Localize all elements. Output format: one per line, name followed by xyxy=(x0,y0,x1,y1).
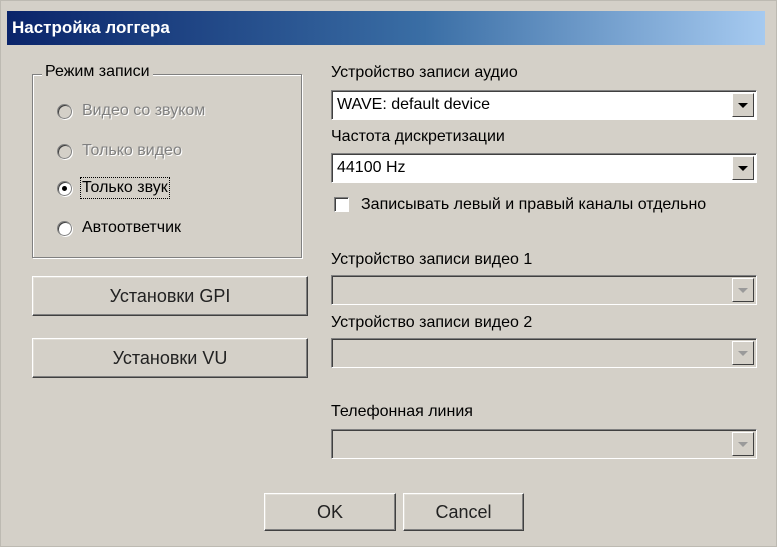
dropdown-arrow-icon[interactable] xyxy=(732,432,754,456)
gpi-settings-button[interactable]: Установки GPI xyxy=(32,276,308,316)
cancel-button[interactable]: Cancel xyxy=(403,493,524,531)
sample-rate-select[interactable]: 44100 Hz xyxy=(331,153,757,183)
radio-label: Только видео xyxy=(82,142,182,159)
radio-button-selected-icon xyxy=(57,180,72,196)
dropdown-arrow-icon[interactable] xyxy=(732,341,754,365)
radio-label: Автоответчик xyxy=(82,219,182,236)
window-title: Настройка логгера xyxy=(12,18,170,37)
radio-answering-machine[interactable]: Автоответчик xyxy=(57,216,181,240)
radio-button-icon xyxy=(57,143,72,159)
dropdown-arrow-icon[interactable] xyxy=(732,278,754,302)
video-device-1-select[interactable] xyxy=(331,275,757,305)
phone-line-label: Телефонная линия xyxy=(331,403,473,420)
radio-label: Видео со звуком xyxy=(82,102,206,119)
video-device-2-label: Устройство записи видео 2 xyxy=(331,314,533,331)
record-mode-group-label: Режим записи xyxy=(42,63,153,81)
radio-label: Только звук xyxy=(80,177,170,199)
dropdown-arrow-icon[interactable] xyxy=(732,93,754,117)
video-device-2-select[interactable] xyxy=(331,338,757,368)
audio-device-label: Устройство записи аудио xyxy=(331,64,518,81)
sample-rate-value: 44100 Hz xyxy=(337,159,406,176)
radio-sound-only[interactable]: Только звук xyxy=(57,176,170,200)
separate-channels-label: Записывать левый и правый каналы отдельн… xyxy=(361,196,707,213)
audio-device-select[interactable]: WAVE: default device xyxy=(331,90,757,120)
radio-button-icon xyxy=(57,103,72,119)
vu-settings-button[interactable]: Установки VU xyxy=(32,338,308,378)
video-device-1-label: Устройство записи видео 1 xyxy=(331,251,533,268)
sample-rate-label: Частота дискретизации xyxy=(331,128,505,145)
radio-video-only[interactable]: Только видео xyxy=(57,139,182,163)
audio-device-value: WAVE: default device xyxy=(337,96,490,113)
title-bar[interactable]: Настройка логгера xyxy=(7,11,765,45)
radio-video-with-sound[interactable]: Видео со звуком xyxy=(57,99,205,123)
ok-button[interactable]: OK xyxy=(264,493,396,531)
separate-channels-checkbox[interactable] xyxy=(334,197,349,212)
logger-settings-dialog: Настройка логгера Режим записи Видео со … xyxy=(0,0,777,547)
dropdown-arrow-icon[interactable] xyxy=(732,156,754,180)
phone-line-select[interactable] xyxy=(331,429,757,459)
radio-button-icon xyxy=(57,220,72,236)
